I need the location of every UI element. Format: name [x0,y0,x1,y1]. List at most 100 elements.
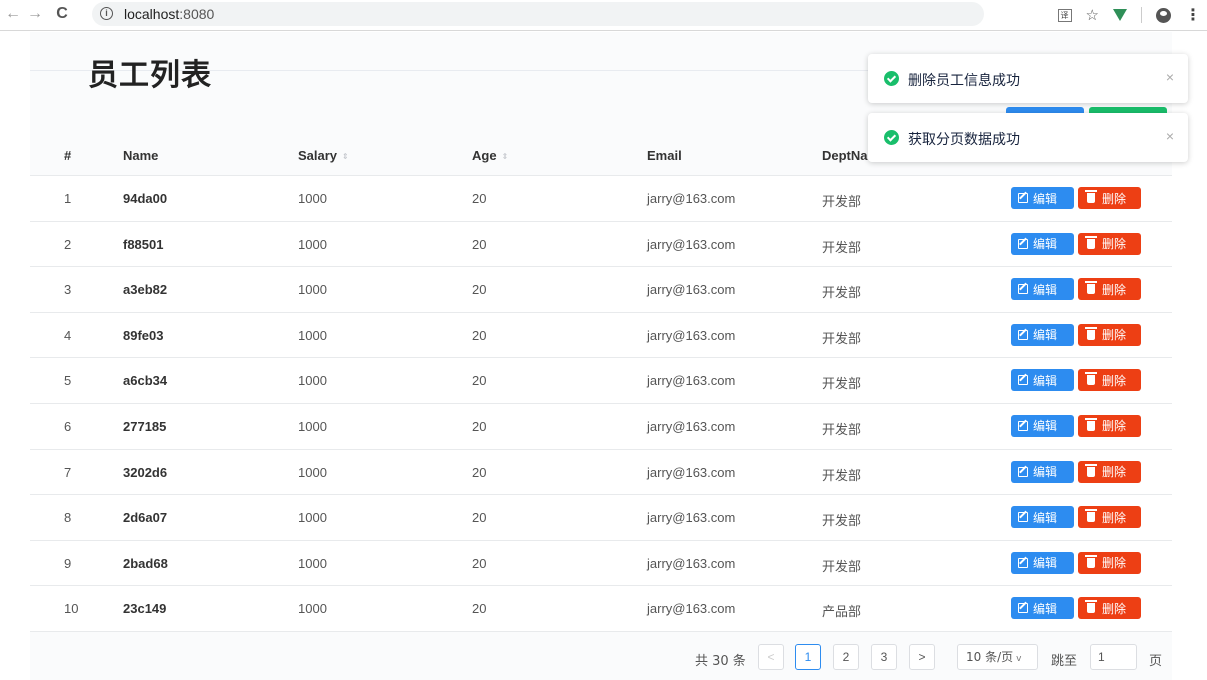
cell-name: a6cb34 [123,373,168,389]
trash-icon [1085,417,1097,431]
page-size-select[interactable]: 10 条/页 v [957,644,1038,670]
row-actions: 编辑 删除 [1011,323,1141,346]
header-age[interactable]: Age ⇕ [472,148,508,163]
edit-icon [1018,603,1028,614]
address-bar[interactable]: i localhost:8080 [92,2,984,26]
cell-name: 2bad68 [123,555,168,571]
edit-label: 编辑 [1033,328,1058,343]
page-button-2[interactable]: 2 [833,644,859,670]
delete-button[interactable]: 删除 [1078,232,1141,255]
cell-index: 9 [64,555,72,571]
extension-area: 译 ☆ ⋮ [1057,4,1201,26]
prev-page-button[interactable]: < [758,644,784,670]
cell-index: 5 [64,373,72,389]
header-name: Name [123,148,159,163]
edit-button[interactable]: 编辑 [1011,187,1074,209]
header-email: Email [647,148,682,163]
cell-email: jarry@163.com [647,418,736,434]
notification-text: 删除员工信息成功 [908,73,1020,89]
forward-arrow-icon[interactable]: → [25,4,45,24]
success-check-icon [884,130,899,145]
row-actions: 编辑 删除 [1011,551,1141,574]
jump-label: 跳至 [1051,654,1078,669]
trash-icon [1085,463,1097,477]
cell-salary: 1000 [298,418,327,434]
close-icon[interactable]: × [1166,69,1174,85]
trash-icon [1085,326,1097,340]
cell-index: 6 [64,418,72,434]
cell-index: 4 [64,327,72,343]
edit-label: 编辑 [1033,465,1058,480]
browser-menu-icon[interactable]: ⋮ [1185,5,1201,25]
edit-button[interactable]: 编辑 [1011,506,1074,529]
sort-icon[interactable]: ⇕ [342,153,349,161]
cell-index: 1 [64,191,72,206]
next-page-button[interactable]: > [909,644,935,670]
cell-salary: 1000 [298,191,327,206]
edit-icon [1018,512,1028,523]
delete-button[interactable]: 删除 [1078,414,1141,437]
vue-devtools-icon[interactable] [1113,9,1127,21]
cell-salary: 1000 [298,510,327,526]
trash-icon [1085,281,1097,295]
edit-button[interactable]: 编辑 [1011,323,1074,346]
pagination: 共 30 条 < 1 2 3 > 10 条/页 v 跳至 1 页 [30,632,1172,680]
page-button-3[interactable]: 3 [871,644,897,670]
delete-button[interactable]: 删除 [1078,187,1141,209]
close-icon[interactable]: × [1166,128,1174,144]
bookmark-star-icon[interactable]: ☆ [1086,6,1099,24]
info-icon[interactable]: i [100,7,113,20]
delete-button[interactable]: 删除 [1078,506,1141,529]
delete-label: 删除 [1102,601,1127,616]
notification-fetch-success: 获取分页数据成功 × [868,113,1188,162]
sort-icon[interactable]: ⇕ [502,153,509,161]
cell-dept: 开发部 [822,376,862,392]
notification-text: 获取分页数据成功 [908,132,1020,148]
cell-name: 2d6a07 [123,510,168,526]
account-icon[interactable] [1156,7,1171,23]
delete-button[interactable]: 删除 [1078,278,1141,301]
jump-page-input[interactable]: 1 [1090,644,1137,670]
cell-name: 23c149 [123,601,167,617]
cell-dept: 开发部 [822,467,862,483]
delete-button[interactable]: 删除 [1078,460,1141,483]
edit-button[interactable]: 编辑 [1011,232,1074,255]
edit-button[interactable]: 编辑 [1011,551,1074,574]
back-arrow-icon[interactable]: ← [3,4,23,24]
edit-label: 编辑 [1033,601,1058,616]
edit-button[interactable]: 编辑 [1011,460,1074,483]
cell-salary: 1000 [298,555,327,571]
edit-button[interactable]: 编辑 [1011,369,1074,392]
edit-label: 编辑 [1033,191,1058,206]
header-dept: DeptNa [822,148,868,163]
delete-button[interactable]: 删除 [1078,369,1141,392]
edit-button[interactable]: 编辑 [1011,278,1074,301]
row-actions: 编辑 删除 [1011,506,1141,529]
success-check-icon [884,71,899,86]
cell-age: 20 [472,418,487,434]
edit-icon [1018,193,1028,203]
reload-icon[interactable]: C [52,4,72,24]
delete-button[interactable]: 删除 [1078,323,1141,346]
header-index: # [64,148,72,163]
translate-icon[interactable]: 译 [1057,8,1072,22]
delete-button[interactable]: 删除 [1078,551,1141,574]
header-salary[interactable]: Salary ⇕ [298,148,349,163]
cell-salary: 1000 [298,236,327,252]
cell-index: 8 [64,510,72,526]
cell-dept: 产品部 [822,604,862,620]
table-row: 3 a3eb82 1000 20 jarry@163.com 开发部 编辑 删除 [30,267,1172,313]
delete-button[interactable]: 删除 [1078,597,1141,620]
page-button-1[interactable]: 1 [795,644,821,670]
edit-button[interactable]: 编辑 [1011,597,1074,620]
delete-label: 删除 [1102,556,1127,571]
edit-label: 编辑 [1033,373,1058,388]
trash-icon [1085,190,1097,203]
edit-icon [1018,375,1028,386]
edit-button[interactable]: 编辑 [1011,414,1074,437]
delete-label: 删除 [1102,282,1127,297]
cell-age: 20 [472,191,487,206]
trash-icon [1085,509,1097,523]
table-row: 10 23c149 1000 20 jarry@163.com 产品部 编辑 删除 [30,586,1172,632]
table-row: 5 a6cb34 1000 20 jarry@163.com 开发部 编辑 删除 [30,358,1172,404]
